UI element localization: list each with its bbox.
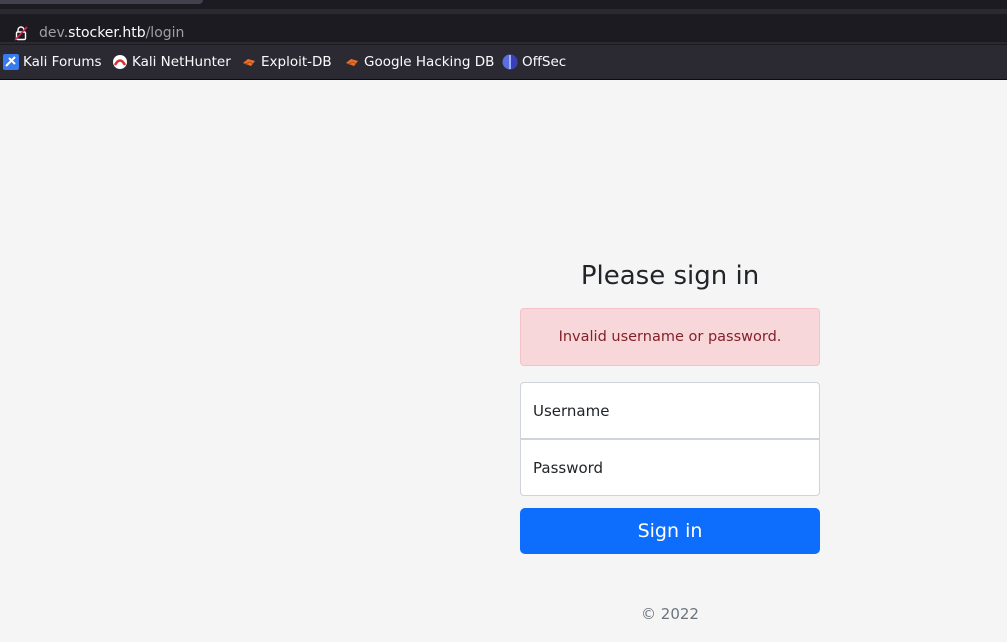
password-input[interactable]	[520, 439, 820, 496]
offsec-icon	[502, 54, 518, 70]
copyright-footer: © 2022	[641, 605, 699, 623]
bookmarks-toolbar: Kali Forums Kali NetHunter Exploit-DB Go…	[0, 45, 1007, 80]
bookmark-offsec[interactable]: OffSec	[502, 53, 566, 71]
sign-in-button[interactable]: Sign in	[520, 508, 820, 554]
exploit-db-icon	[243, 59, 255, 66]
bookmark-label: OffSec	[522, 54, 567, 70]
url-path: /login	[145, 25, 185, 41]
bookmark-kali-forums[interactable]: Kali Forums	[3, 53, 102, 71]
url-text[interactable]: dev.stocker.htb/login	[39, 24, 184, 42]
url-bar: dev.stocker.htb/login	[0, 9, 1007, 45]
bookmark-label: Google Hacking DB	[364, 54, 495, 70]
bookmark-kali-nethunter[interactable]: Kali NetHunter	[112, 53, 231, 71]
bookmark-label: Kali NetHunter	[132, 54, 231, 70]
kali-forums-icon	[3, 54, 19, 70]
bookmark-label: Exploit-DB	[261, 54, 332, 70]
bookmark-exploit-db[interactable]: Exploit-DB	[241, 53, 332, 71]
insecure-lock-icon[interactable]	[13, 25, 29, 41]
google-hacking-db-icon	[346, 59, 358, 66]
bookmark-label: Kali Forums	[23, 54, 102, 70]
bookmark-google-hacking-db[interactable]: Google Hacking DB	[344, 53, 494, 71]
username-input[interactable]	[520, 382, 820, 439]
tab-strip	[0, 0, 1007, 9]
url-subdomain: dev.	[39, 25, 69, 41]
page-title: Please sign in	[580, 261, 760, 291]
error-alert: Invalid username or password.	[520, 308, 820, 366]
url-domain: stocker.htb	[68, 25, 146, 41]
active-tab[interactable]	[0, 0, 203, 4]
address-field[interactable]: dev.stocker.htb/login	[0, 14, 1007, 42]
kali-nethunter-icon	[113, 55, 127, 69]
